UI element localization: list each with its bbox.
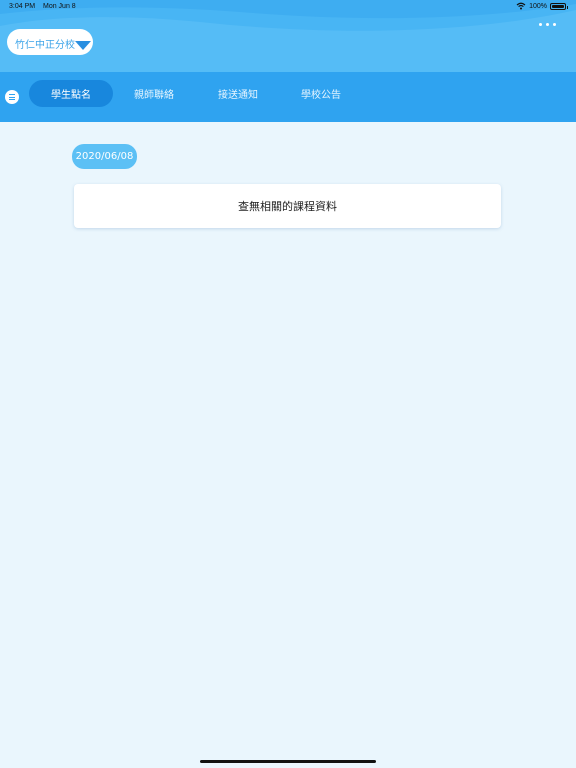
tab-parent-teacher-contact[interactable]: 親師聯絡	[122, 80, 186, 107]
more-dot	[546, 23, 549, 26]
wifi-icon	[516, 2, 526, 10]
caret-down-icon	[73, 36, 93, 55]
date-badge[interactable]: 2020/06/08	[72, 144, 137, 169]
header: 3:04 PM Mon Jun 8 100% 竹仁中正分校	[0, 0, 576, 72]
tab-bar: 學生點名 親師聯絡 接送通知 學校公告	[0, 72, 576, 122]
school-select-label: 竹仁中正分校	[15, 40, 75, 51]
battery-icon	[550, 2, 568, 10]
menu-icon-bar	[9, 96, 15, 98]
home-indicator[interactable]	[200, 760, 376, 763]
status-bar: 3:04 PM Mon Jun 8 100%	[0, 0, 576, 14]
menu-icon-bar	[9, 99, 15, 100]
status-time: 3:04 PM	[9, 3, 36, 10]
battery-percent: 100%	[529, 2, 547, 10]
empty-state-card: 查無相關的課程資料	[74, 184, 501, 228]
more-icon[interactable]	[537, 21, 558, 28]
more-dot	[539, 23, 542, 26]
school-select[interactable]: 竹仁中正分校	[7, 29, 93, 55]
menu-icon[interactable]	[5, 90, 19, 104]
status-indicators: 100%	[516, 2, 568, 10]
tab-pickup-notice[interactable]: 接送通知	[206, 80, 270, 107]
tab-school-announcements[interactable]: 學校公告	[289, 80, 353, 107]
more-dot	[553, 23, 556, 26]
empty-state-message: 查無相關的課程資料	[238, 200, 337, 213]
menu-icon-bar	[9, 94, 15, 95]
app-screen: 3:04 PM Mon Jun 8 100% 竹仁中正分校 學生點名 親師聯絡 …	[0, 0, 576, 768]
tab-student-roll-call[interactable]: 學生點名	[29, 80, 113, 107]
status-date: Mon Jun 8	[43, 3, 76, 10]
